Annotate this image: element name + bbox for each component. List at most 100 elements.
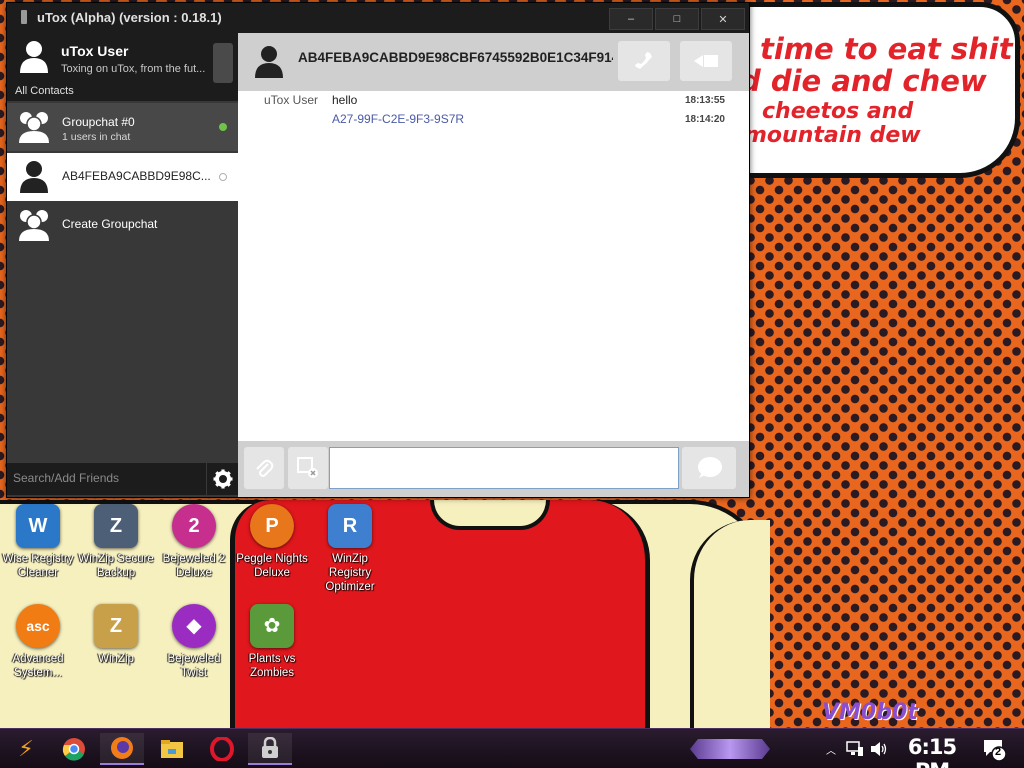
user-avatar-icon [20, 41, 48, 73]
screenshot-icon [297, 457, 318, 478]
winzip-registry-icon: R [328, 504, 372, 548]
self-status-message: Toxing on uTox, from the fut... [61, 63, 206, 75]
taskbar-opera[interactable] [200, 733, 244, 765]
desktop-icon-label: WinZip Secure Backup [78, 553, 154, 579]
contact-item-friend[interactable]: AB4FEBA9CABBD9E98C... [7, 153, 238, 201]
desktop-icon-label: WinZip Registry Optimizer [325, 553, 375, 593]
contact-subtitle: 1 users in chat [62, 131, 131, 143]
desktop-icon-label: Advanced System... [12, 653, 64, 679]
network-tray-button[interactable] [846, 729, 864, 768]
desktop-icon-advanced-systemcare[interactable]: asc Advanced System... [0, 600, 76, 686]
desktop-icon-winzip[interactable]: Z WinZip [78, 600, 154, 686]
window-title: uTox (Alpha) (version : 0.18.1) [37, 10, 222, 25]
wallpaper-line: cheetos and [762, 98, 914, 124]
desktop-icon-winzip-registry-optimizer[interactable]: R WinZip Registry Optimizer [312, 500, 388, 593]
sidebar: uTox User Toxing on uTox, from the fut..… [7, 33, 238, 497]
start-icon: ⚡ [18, 736, 34, 761]
desktop-icon-label: Plants vs Zombies [248, 653, 296, 679]
contact-name: AB4FEBA9CABBD9E98C... [62, 169, 211, 183]
video-call-button[interactable] [680, 41, 732, 81]
audio-call-button[interactable] [618, 41, 670, 81]
settings-button[interactable] [207, 463, 238, 495]
send-button[interactable] [682, 447, 736, 489]
firefox-icon [111, 737, 133, 759]
desktop-icon-bejeweled-2[interactable]: 2 Bejeweled 2 Deluxe [156, 500, 232, 586]
chevron-up-icon: ︿ [826, 745, 836, 757]
window-titlebar[interactable]: uTox (Alpha) (version : 0.18.1) – □ ✕ [7, 3, 749, 33]
contacts-filter-label: All Contacts [15, 85, 74, 97]
search-add-friends[interactable] [7, 463, 206, 495]
self-profile[interactable]: uTox User Toxing on uTox, from the fut..… [7, 33, 238, 85]
speech-bubble-icon [698, 457, 722, 478]
taskbar-firefox[interactable] [100, 733, 144, 765]
message-timestamp: 18:13:55 [684, 95, 725, 106]
chat-header: AB4FEBA9CABBD9E98CBF6745592B0E1C34F91492… [238, 33, 749, 91]
notification-icon [984, 740, 1007, 762]
screenshot-button[interactable] [288, 447, 328, 489]
wallpaper-line: time to eat shit [760, 32, 1013, 66]
video-camera-icon [694, 55, 718, 67]
message-text: hello [332, 93, 358, 107]
phone-icon [635, 52, 652, 69]
taskbar-utox[interactable] [248, 733, 292, 765]
winzip-icon: Z [94, 604, 138, 648]
desktop-icon-bejeweled-twist[interactable]: ◆ Bejeweled Twist [156, 600, 232, 686]
notification-center-button[interactable]: 2 [982, 737, 1007, 762]
volume-tray-button[interactable] [870, 729, 888, 768]
create-groupchat-button[interactable]: Create Groupchat [7, 201, 238, 249]
wallpaper-collar [430, 500, 550, 530]
taskbar: ⚡ ︿ 6:15 2 [0, 728, 1024, 768]
advanced-systemcare-icon: asc [16, 604, 60, 648]
message-input[interactable] [329, 447, 679, 489]
peggle-icon: P [250, 504, 294, 548]
minimize-button[interactable]: – [609, 8, 653, 30]
search-input[interactable] [13, 471, 199, 485]
message-timestamp: 18:14:20 [684, 114, 725, 125]
message-link[interactable]: A27-99F-C2E-9F3-9S7R [332, 112, 464, 126]
wallpaper-line: mountain dew [744, 122, 921, 148]
start-button[interactable]: ⚡ [4, 733, 48, 765]
desktop-icon-label: WinZip [98, 653, 134, 665]
create-groupchat-label: Create Groupchat [62, 217, 158, 231]
utox-app-icon [21, 10, 27, 24]
taskbar-file-explorer[interactable] [150, 733, 194, 765]
wallpaper-line: d die and chew [740, 63, 987, 98]
taskbar-decoration [690, 739, 770, 759]
desktop-icon-wise-registry-cleaner[interactable]: W Wise Registry Cleaner [0, 500, 76, 586]
maximize-button[interactable]: □ [655, 8, 699, 30]
speaker-icon [871, 742, 887, 756]
lock-icon [262, 737, 278, 758]
desktop-icon-label: Peggle Nights Deluxe [236, 553, 308, 579]
message-row: uTox User hello 18:13:55 [238, 93, 749, 111]
plants-vs-zombies-icon: ✿ [250, 604, 294, 648]
friend-name: AB4FEBA9CABBD9E98CBF6745592B0E1C34F91492… [298, 50, 613, 65]
bejeweled-twist-icon: ◆ [172, 604, 216, 648]
paperclip-icon [256, 459, 274, 477]
message-author: uTox User [263, 93, 318, 107]
wise-registry-icon: W [16, 504, 60, 548]
network-icon [846, 741, 863, 756]
show-hidden-icons-button[interactable]: ︿ [826, 729, 836, 768]
offline-status-icon [219, 173, 227, 181]
taskbar-clock[interactable]: 6:15 PM [900, 735, 964, 768]
chrome-icon [62, 738, 85, 761]
group-avatar-icon [19, 210, 49, 241]
group-avatar-icon [19, 112, 49, 143]
wallpaper-watermark: VM0b0t [822, 700, 918, 725]
folder-icon [161, 740, 183, 758]
contact-item-groupchat[interactable]: Groupchat #0 1 users in chat [7, 103, 238, 151]
desktop-icon-label: Bejeweled Twist [167, 653, 221, 679]
bejeweled2-icon: 2 [172, 504, 216, 548]
wallpaper-arm [690, 520, 770, 740]
desktop-icon-label: Bejeweled 2 Deluxe [162, 553, 226, 579]
contacts-filter[interactable]: All Contacts [7, 85, 238, 101]
desktop-icon-plants-vs-zombies[interactable]: ✿ Plants vs Zombies [234, 600, 310, 686]
close-button[interactable]: ✕ [701, 8, 745, 30]
taskbar-chrome[interactable] [52, 733, 96, 765]
attach-file-button[interactable] [244, 447, 284, 489]
desktop-icon-peggle-nights[interactable]: P Peggle Nights Deluxe [234, 500, 310, 586]
sidebar-collapse-button[interactable] [213, 43, 233, 83]
online-status-icon [219, 123, 227, 131]
desktop-icon-winzip-secure-backup[interactable]: Z WinZip Secure Backup [78, 500, 154, 586]
self-name: uTox User [61, 43, 129, 59]
